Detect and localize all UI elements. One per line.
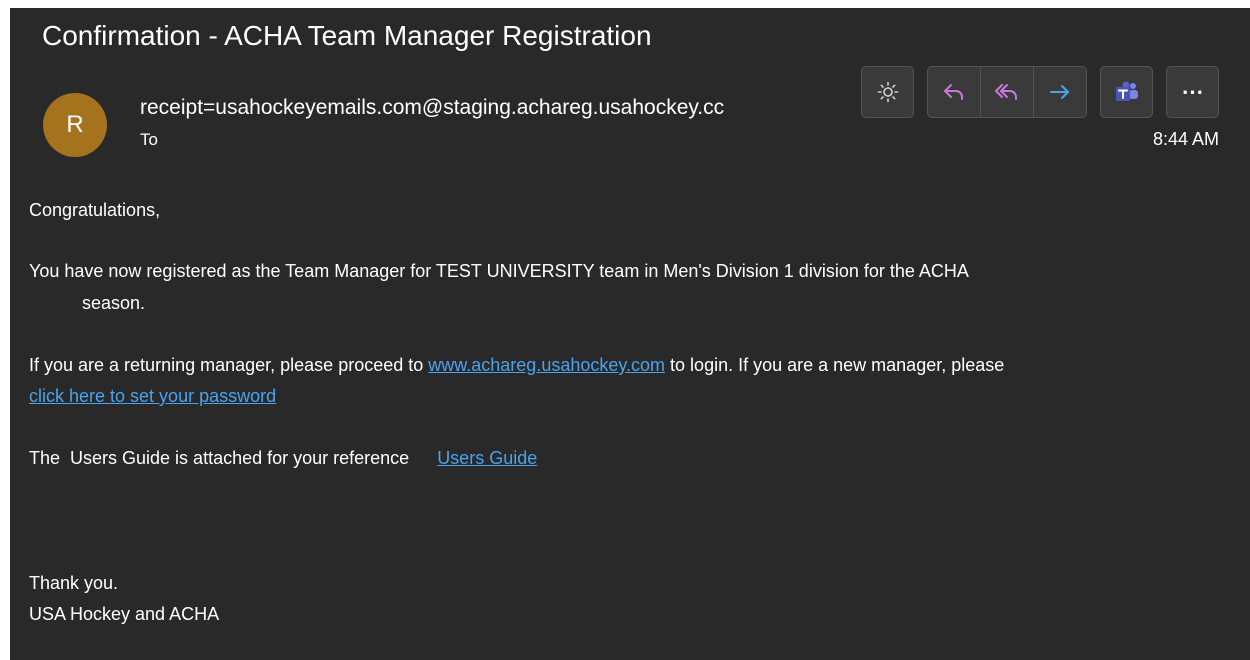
sender-address[interactable]: receipt=usahockeyemails.com@staging.acha… xyxy=(140,96,724,120)
to-label: To xyxy=(140,130,158,149)
email-subject: Confirmation - ACHA Team Manager Registr… xyxy=(42,20,652,51)
returning-suffix: to login. If you are a new manager, plea… xyxy=(665,355,1005,375)
teams-icon xyxy=(1115,81,1138,101)
signature-line: USA Hockey and ACHA xyxy=(29,604,220,624)
users-guide-link[interactable]: Users Guide xyxy=(437,448,537,468)
achareg-link[interactable]: www.achareg.usahockey.com xyxy=(428,355,665,375)
forward-icon xyxy=(1050,85,1069,99)
brightness-icon xyxy=(877,81,898,103)
more-actions-button[interactable]: ⋯ xyxy=(1166,66,1219,118)
teams-button[interactable] xyxy=(1100,66,1153,118)
set-password-link[interactable]: click here to set your password xyxy=(29,386,276,406)
returning-prefix: If you are a returning manager, please p… xyxy=(29,355,429,375)
forward-button[interactable] xyxy=(1033,67,1086,117)
brightness-button[interactable] xyxy=(861,66,914,118)
email-reading-pane: Confirmation - ACHA Team Manager Registr… xyxy=(10,8,1250,660)
avatar-initial: R xyxy=(66,111,84,138)
users-guide-line: The Users Guide is attached for your ref… xyxy=(29,448,537,469)
users-guide-text: The Users Guide is attached for your ref… xyxy=(29,448,410,468)
reply-actions-group xyxy=(927,66,1087,118)
registration-line-1: You have now registered as the Team Mana… xyxy=(29,261,969,281)
reply-all-button[interactable] xyxy=(980,67,1033,117)
greeting: Congratulations, xyxy=(29,200,161,220)
received-time: 8:44 AM xyxy=(1152,129,1219,149)
reply-button[interactable] xyxy=(928,67,980,117)
more-icon: ⋯ xyxy=(1181,79,1204,104)
registration-line-2: season. xyxy=(82,293,146,313)
thanks-line: Thank you. xyxy=(29,573,119,593)
reply-icon xyxy=(944,84,963,100)
sender-avatar[interactable]: R xyxy=(43,93,107,157)
returning-manager-paragraph: If you are a returning manager, please p… xyxy=(29,355,1004,376)
password-line: click here to set your password xyxy=(29,386,276,407)
reply-all-icon xyxy=(995,84,1017,100)
